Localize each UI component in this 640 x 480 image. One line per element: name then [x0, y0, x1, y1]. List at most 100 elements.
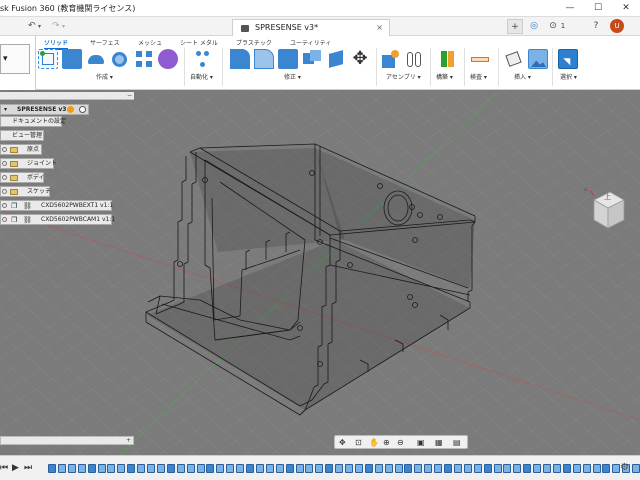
insert-derive-tool[interactable]: [504, 49, 524, 69]
tab-utilities[interactable]: ユーティリティ: [290, 38, 331, 47]
timeline-feature-icon[interactable]: [354, 464, 363, 473]
measure-tool[interactable]: [470, 49, 490, 69]
timeline-feature-icon[interactable]: [127, 464, 136, 473]
browser-item-sketches[interactable]: スケッチ: [0, 186, 51, 197]
modify-group-label[interactable]: 修正 ▾: [284, 72, 301, 81]
timeline-feature-icon[interactable]: [147, 464, 155, 473]
automate-tool[interactable]: [192, 49, 212, 69]
timeline-feature-icon[interactable]: [444, 464, 452, 473]
tab-surface[interactable]: サーフェス: [90, 38, 120, 47]
close-window-button[interactable]: ✕: [612, 0, 640, 17]
timeline-feature-icon[interactable]: [265, 464, 274, 473]
timeline-feature-icon[interactable]: [57, 464, 66, 473]
timeline-feature-icon[interactable]: [424, 464, 433, 473]
fillet-tool[interactable]: [254, 49, 274, 69]
shell-tool[interactable]: [326, 49, 346, 69]
workspace-dropdown[interactable]: ▾: [0, 44, 30, 74]
timeline-feature-icon[interactable]: [543, 464, 551, 473]
timeline-feature-icon[interactable]: [493, 464, 502, 473]
timeline-play-button[interactable]: ▶: [12, 462, 19, 474]
timeline-feature-icon[interactable]: [562, 464, 571, 473]
timeline-feature-icon[interactable]: [384, 464, 393, 473]
browser-collapse-bar[interactable]: −: [0, 92, 134, 100]
timeline-feature-icon[interactable]: [394, 464, 403, 473]
timeline-feature-icon[interactable]: [325, 464, 334, 473]
move-tool[interactable]: ✥: [350, 49, 370, 69]
timeline-feature-icon[interactable]: [77, 464, 86, 473]
zoom-icon[interactable]: ⊕: [383, 437, 390, 448]
create-sketch-tool[interactable]: [38, 49, 58, 69]
activate-radio-icon[interactable]: [79, 106, 86, 113]
visibility-eye-icon[interactable]: [2, 189, 7, 194]
timeline-feature-icon[interactable]: [513, 464, 522, 473]
tab-mesh[interactable]: メッシュ: [138, 38, 162, 47]
document-tab[interactable]: SPRESENSE v3* ×: [232, 19, 390, 36]
browser-item-view-manager[interactable]: ビュー管理: [0, 130, 44, 141]
timeline-feature-icon[interactable]: [216, 464, 225, 473]
combine-tool[interactable]: [302, 49, 322, 69]
browser-item-origin[interactable]: 原点: [0, 144, 42, 155]
timeline-feature-icon[interactable]: [166, 464, 175, 473]
press-pull-tool[interactable]: [230, 49, 250, 69]
chamfer-tool[interactable]: [278, 49, 298, 69]
help-icon[interactable]: ?: [588, 19, 604, 34]
maximize-button[interactable]: ☐: [584, 0, 612, 17]
joint-tool[interactable]: [404, 49, 424, 69]
automate-group-label[interactable]: 自動化 ▾: [190, 72, 213, 81]
assemble-group-label[interactable]: アセンブリ ▾: [386, 72, 421, 81]
comments-expand-icon[interactable]: +: [126, 437, 131, 444]
hole-tool[interactable]: [110, 49, 130, 69]
visibility-eye-icon[interactable]: [2, 203, 7, 208]
timeline-feature-icon[interactable]: [374, 464, 383, 473]
revolve-tool[interactable]: [86, 49, 106, 69]
new-tab-button[interactable]: +: [507, 19, 523, 34]
timeline-feature-icon[interactable]: [255, 464, 264, 473]
look-at-icon[interactable]: ⊡: [355, 437, 362, 448]
timeline-feature-icon[interactable]: [434, 464, 443, 473]
fit-icon[interactable]: ⊖: [397, 437, 404, 448]
timeline-feature-icon[interactable]: [335, 464, 344, 473]
view-cube-face-top[interactable]: 上: [604, 192, 611, 202]
timeline-feature-icon[interactable]: [453, 464, 462, 473]
new-component-tool[interactable]: [380, 49, 400, 69]
browser-root-node[interactable]: ▾ SPRESENSE v3: [0, 104, 89, 115]
timeline-feature-icon[interactable]: [196, 464, 205, 473]
offset-plane-tool[interactable]: [438, 49, 458, 69]
redo-button[interactable]: ↷: [52, 20, 60, 33]
timeline-feature-icon[interactable]: [67, 464, 76, 473]
timeline-feature-icon[interactable]: [186, 464, 195, 473]
root-expand-icon[interactable]: ▾: [4, 105, 7, 114]
select-tool[interactable]: [558, 49, 578, 69]
timeline-feature-icon[interactable]: [463, 464, 472, 473]
display-settings-icon[interactable]: ▣: [417, 437, 425, 448]
timeline-feature-icon[interactable]: [582, 464, 591, 473]
browser-item-component-cam1[interactable]: ❐ ⛓ CXD5602PWBCAM1 v1:1: [0, 214, 115, 225]
timeline-feature-icon[interactable]: [285, 464, 294, 473]
tab-sheet-metal[interactable]: シート メタル: [180, 38, 218, 47]
timeline-feature-icon[interactable]: [107, 464, 116, 473]
extrude-tool[interactable]: [62, 49, 82, 69]
timeline-feature-icon[interactable]: [364, 464, 373, 473]
timeline-feature-icon[interactable]: [533, 464, 542, 473]
timeline-feature-icon[interactable]: [226, 464, 235, 473]
timeline-feature-icon[interactable]: [87, 464, 96, 473]
orbit-icon[interactable]: ✥: [339, 437, 346, 448]
undo-dropdown-icon[interactable]: ▾: [38, 20, 41, 33]
timeline-feature-icon[interactable]: [404, 464, 413, 473]
user-avatar[interactable]: U: [610, 19, 624, 33]
timeline-feature-icon[interactable]: [137, 464, 146, 473]
timeline-feature-icon[interactable]: [236, 464, 245, 473]
canvas-viewport[interactable]: 上 ⌂: [0, 90, 640, 455]
form-tool[interactable]: [158, 49, 178, 69]
timeline-feature-icon[interactable]: [503, 464, 512, 473]
visibility-eye-icon[interactable]: [2, 217, 7, 222]
minimize-button[interactable]: —: [556, 0, 584, 17]
timeline-feature-icon[interactable]: [156, 464, 165, 473]
timeline-feature-icon[interactable]: [295, 464, 304, 473]
timeline-feature-icon[interactable]: [572, 464, 581, 473]
active-component-icon[interactable]: [67, 106, 74, 113]
construct-group-label[interactable]: 構築 ▾: [436, 72, 453, 81]
timeline-feature-icon[interactable]: [592, 464, 601, 473]
timeline-feature-icon[interactable]: [523, 464, 532, 473]
timeline-rewind-button[interactable]: ⏮: [0, 462, 8, 474]
